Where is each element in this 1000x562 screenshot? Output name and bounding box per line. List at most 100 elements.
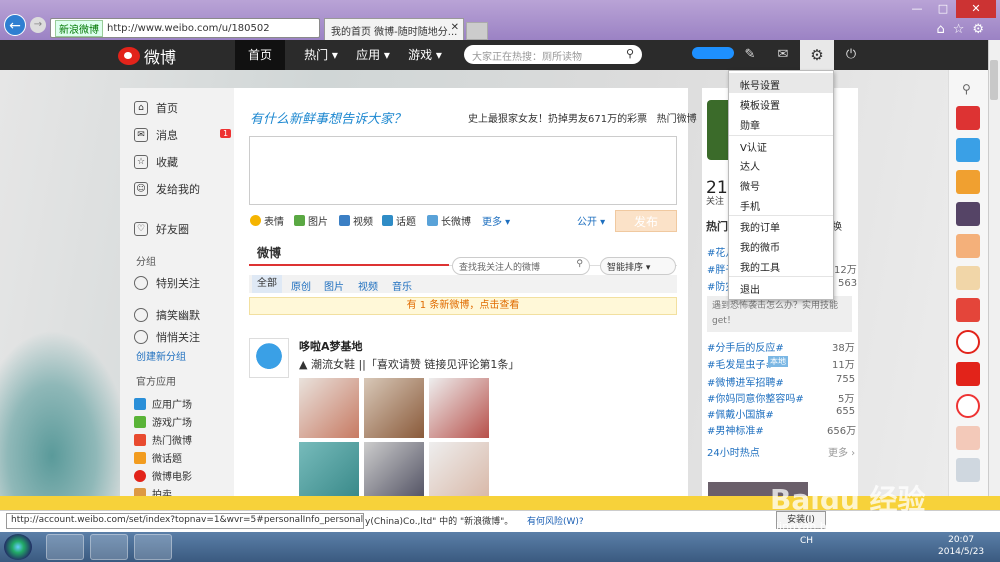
risk-link[interactable]: 有何风险(W)? (527, 514, 584, 527)
micro-topic[interactable]: 微话题 (134, 450, 182, 465)
sidebar-group-quiet[interactable]: 悄悄关注 (134, 329, 200, 345)
hot-headline-text[interactable]: 史上最狠家女友！扔掉男友671万的彩票 (468, 114, 647, 125)
language-indicator[interactable]: CH (800, 536, 813, 546)
browser-tool-icons[interactable]: ⌂☆⚙ (936, 22, 992, 37)
app-icon[interactable] (956, 106, 980, 130)
hot-24h-link[interactable]: 24小时热点 (707, 444, 760, 459)
menu-talent[interactable]: 达人 (740, 158, 760, 173)
browser-tab[interactable]: 我的首页 微博-随时随地分... ✕ (324, 18, 464, 40)
filter-videos[interactable]: 视频 (358, 278, 378, 293)
filter-images[interactable]: 图片 (324, 278, 344, 293)
menu-my-orders[interactable]: 我的订单 (740, 219, 780, 234)
avatar[interactable] (249, 338, 289, 378)
weibo-icon[interactable] (956, 330, 980, 354)
topic-item[interactable]: #分手后的反应# (707, 339, 784, 354)
sidebar-item-home[interactable]: ⌂ 首页 (134, 100, 178, 116)
edit-icon[interactable]: ✎ (735, 40, 765, 70)
hot-weibo[interactable]: 热门微博 (134, 432, 192, 447)
nav-apps[interactable]: 应用 ▾ (348, 40, 398, 70)
long-weibo-tool[interactable]: 长微博 (427, 213, 471, 228)
video-tool[interactable]: 视频 (339, 213, 373, 228)
gear-icon[interactable]: ⚙ (800, 40, 834, 70)
emoji-tool[interactable]: 表情 (250, 213, 284, 228)
power-icon[interactable]: ⏻ (836, 40, 866, 70)
menu-medals[interactable]: 勋章 (740, 117, 760, 132)
sidebar-item-messages[interactable]: ✉ 消息 (134, 127, 178, 143)
more-link[interactable]: 更多 › (828, 444, 855, 459)
explorer-taskbar-button[interactable] (46, 534, 84, 560)
image-tool[interactable]: 图片 (294, 213, 328, 228)
sidebar-item-friends-circle[interactable]: ♡ 好友圈 (134, 221, 189, 237)
topic-item[interactable]: #微博进军招聘# (707, 374, 784, 389)
filter-music[interactable]: 音乐 (392, 278, 412, 293)
app-icon[interactable] (956, 234, 980, 258)
forward-button[interactable]: → (30, 17, 46, 33)
topic-item[interactable]: #男神标准# (707, 422, 764, 437)
create-group-link[interactable]: 创建新分组 (136, 348, 186, 363)
scrollbar-thumb[interactable] (990, 60, 998, 100)
app-icon[interactable] (956, 394, 980, 418)
filter-original[interactable]: 原创 (291, 278, 311, 293)
close-window-button[interactable]: ✕ (956, 0, 996, 18)
hot-tip[interactable]: 遇到恐怖袭击怎么办？实用技能get！ (707, 296, 852, 332)
post-image[interactable] (364, 378, 424, 438)
menu-v-verify[interactable]: V认证 (740, 139, 767, 154)
ie-taskbar-button[interactable] (90, 534, 128, 560)
menu-phone[interactable]: 手机 (740, 198, 760, 213)
publish-button[interactable]: 发布 (615, 210, 677, 232)
menu-my-coins[interactable]: 我的微币 (740, 239, 780, 254)
scrollbar[interactable] (988, 40, 1000, 510)
nav-home[interactable]: 首页 (235, 40, 285, 70)
new-tab-button[interactable] (466, 22, 488, 40)
weibo-logo[interactable]: 微博 (118, 44, 176, 68)
post-image[interactable] (299, 378, 359, 438)
user-name-link[interactable] (692, 47, 734, 59)
hot-headline[interactable]: 史上最狠家女友！扔掉男友671万的彩票 热门微博 (468, 110, 697, 125)
post-image[interactable] (364, 442, 424, 496)
weibo-movie[interactable]: 微博电影 (134, 468, 192, 483)
clock[interactable]: 20:07 2014/5/23 (938, 534, 984, 558)
game-square[interactable]: 游戏广场 (134, 414, 192, 429)
post-image[interactable] (429, 442, 489, 496)
post-username[interactable]: 哆啦A梦基地 (299, 338, 363, 354)
topic-tool[interactable]: 话题 (382, 213, 416, 228)
sidebar-item-favorites[interactable]: ☆ 收藏 (134, 154, 178, 170)
app-icon[interactable] (956, 170, 980, 194)
hot-weibo-link[interactable]: 热门微博 (657, 114, 697, 125)
topic-item[interactable]: #佩戴小国旗# (707, 406, 774, 421)
sidebar-group-funny[interactable]: 搞笑幽默 (134, 307, 200, 323)
sidebar-group-special[interactable]: 特别关注 (134, 275, 200, 291)
maximize-button[interactable]: □ (930, 0, 956, 18)
app-icon[interactable] (956, 362, 980, 386)
app-icon[interactable] (956, 458, 980, 482)
search-icon[interactable]: ⚲ (626, 47, 634, 60)
topic-item[interactable]: #你妈同意你整容吗# (707, 390, 804, 405)
more-tools[interactable]: 更多 ▾ (482, 213, 510, 228)
app-icon[interactable] (956, 138, 980, 162)
new-weibo-notice[interactable]: 有 1 条新微博，点击查看 (249, 297, 677, 315)
feed-search-input[interactable]: 查找我关注人的微博 ⚲ (452, 257, 590, 275)
nav-games[interactable]: 游戏 ▾ (400, 40, 450, 70)
visibility-select[interactable]: 公开 ▾ (577, 213, 605, 228)
mail-icon[interactable]: ✉ (768, 40, 798, 70)
sidebar-item-sent-to-me[interactable]: ☺ 发给我的 (134, 181, 200, 197)
menu-weihao[interactable]: 微号 (740, 178, 760, 193)
search-input[interactable]: 大家正在热搜：厕所读物 ⚲ (464, 45, 642, 64)
post-image[interactable] (429, 378, 489, 438)
topic-item[interactable]: #毛发是虫子# (707, 356, 774, 371)
minimize-button[interactable]: — (904, 0, 930, 18)
app-icon[interactable] (956, 426, 980, 450)
back-button[interactable]: ← (4, 14, 26, 36)
search-icon[interactable]: ⚲ (962, 82, 971, 96)
menu-my-tools[interactable]: 我的工具 (740, 259, 780, 274)
app-taskbar-button[interactable] (134, 534, 172, 560)
profile-avatar[interactable] (707, 100, 729, 160)
app-icon[interactable] (956, 202, 980, 226)
menu-account-settings[interactable]: 帐号设置 (740, 77, 780, 92)
compose-textarea[interactable] (249, 136, 677, 205)
app-icon[interactable] (956, 266, 980, 290)
menu-template-settings[interactable]: 模板设置 (740, 97, 780, 112)
app-square[interactable]: 应用广场 (134, 396, 192, 411)
filter-all[interactable]: 全部 (252, 275, 282, 293)
search-icon[interactable]: ⚲ (576, 259, 583, 269)
